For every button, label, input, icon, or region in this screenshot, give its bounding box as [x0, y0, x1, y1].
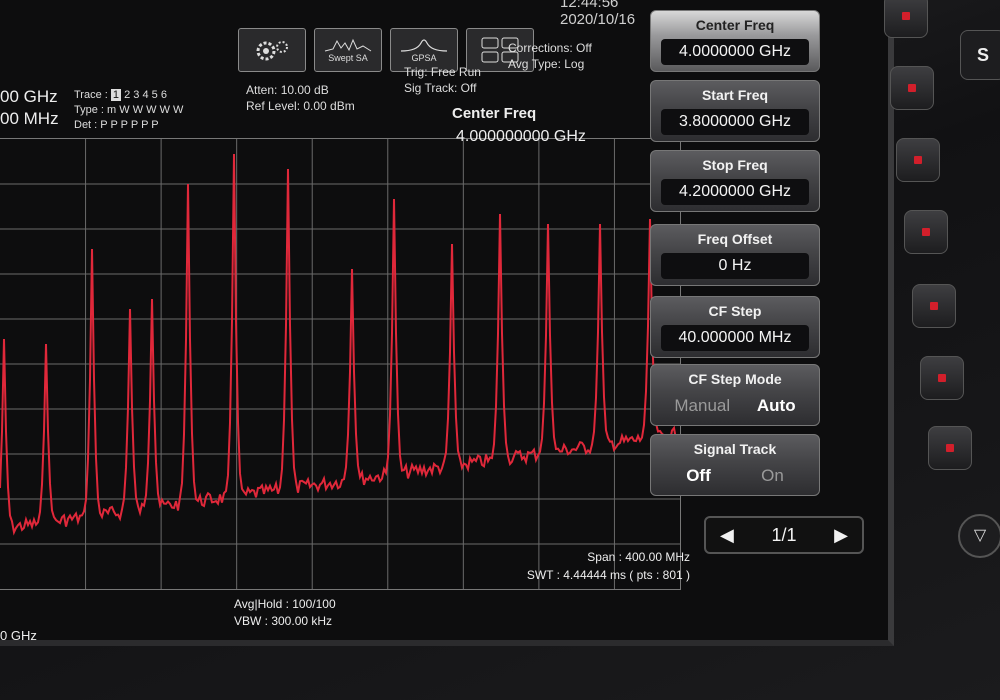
trace-number-3[interactable]: 3 — [133, 89, 139, 101]
softkey-start-freq-label: Start Freq — [701, 87, 769, 103]
det-label: Det : — [74, 119, 98, 131]
hw-softkey-button-1[interactable] — [884, 0, 928, 38]
signal-track-off[interactable]: Off — [686, 466, 711, 486]
freq-readout-line2: 00 MHz — [0, 109, 59, 128]
trace-info: Trace : 1 2 3 4 5 6 Type : m W W W W W D… — [74, 88, 183, 133]
softkey-stop-freq-label: Stop Freq — [702, 157, 768, 173]
pager-next-icon[interactable]: ▶ — [834, 525, 848, 546]
clock-time: 12:44:56 — [560, 0, 619, 11]
softkey-stop-freq[interactable]: Stop Freq 4.2000000 GHz — [650, 150, 820, 212]
center-freq-overlay-value: 4.000000000 GHz — [456, 128, 586, 145]
pager-prev-icon[interactable]: ◀ — [720, 525, 734, 546]
gear-icon — [256, 41, 288, 61]
spectrum-trace-svg — [0, 139, 680, 589]
softkey-cf-step-value: 40.000000 MHz — [661, 325, 809, 351]
spectrum-icon — [324, 38, 372, 52]
softkey-signal-track[interactable]: Signal Track Off On — [650, 434, 820, 496]
softkey-center-freq-label: Center Freq — [695, 17, 775, 33]
led-icon — [946, 444, 954, 452]
softkey-cf-step-label: CF Step — [708, 303, 762, 319]
softkey-freq-offset-label: Freq Offset — [697, 231, 773, 247]
atten-info: Atten: 10.00 dB Ref Level: 0.00 dBm — [246, 82, 355, 114]
swept-sa-label: Swept SA — [328, 53, 368, 63]
led-icon — [922, 228, 930, 236]
hw-softkey-button-7[interactable] — [928, 426, 972, 470]
det-values: P P P P P P — [100, 119, 159, 131]
softkey-freq-offset[interactable]: Freq Offset 0 Hz — [650, 224, 820, 286]
avg-type-value: Avg Type: Log — [508, 57, 585, 71]
analyzer-screen: 12:44:56 2020/10/16 Swept SA GPSA 00 GHz… — [0, 0, 894, 646]
trig-value: Trig: Free Run — [404, 65, 481, 79]
signal-track-on[interactable]: On — [761, 466, 784, 486]
softkey-cf-step-mode-label: CF Step Mode — [688, 371, 782, 387]
freq-readout-line1: 00 GHz — [0, 87, 58, 106]
led-icon — [914, 156, 922, 164]
center-freq-overlay: Center Freq 4.000000000 GHz — [452, 105, 586, 146]
trace-number-5[interactable]: 5 — [152, 89, 158, 101]
trace-number-1[interactable]: 1 — [110, 89, 122, 101]
avg-info: Avg|Hold : 100/100 VBW : 300.00 kHz — [234, 596, 336, 630]
pager-page: 1/1 — [771, 524, 797, 545]
spectrum-trace — [0, 153, 680, 536]
softkey-center-freq-value: 4.0000000 GHz — [661, 39, 809, 65]
softkey-pager: ◀ 1/1 ▶ — [704, 516, 864, 554]
clock-date: 2020/10/16 — [560, 11, 636, 28]
hw-softkey-button-6[interactable] — [920, 356, 964, 400]
softkey-cf-step-mode[interactable]: CF Step Mode Manual Auto — [650, 364, 820, 426]
trace-label: Trace : — [74, 89, 108, 101]
led-icon — [938, 374, 946, 382]
hw-return-button[interactable]: ▽ — [958, 514, 1000, 558]
led-icon — [902, 12, 910, 20]
type-values: m W W W W W — [107, 104, 184, 116]
span-value: Span : 400.00 MHz — [587, 550, 690, 564]
clock: 12:44:56 2020/10/16 — [560, 0, 635, 28]
settings-mode-button[interactable] — [238, 28, 306, 72]
trace-number-4[interactable]: 4 — [142, 89, 148, 101]
freq-readout: 00 GHz 00 MHz — [0, 86, 59, 130]
trace-number-2[interactable]: 2 — [124, 89, 130, 101]
led-icon — [908, 84, 916, 92]
hw-softkey-button-4[interactable] — [904, 210, 948, 254]
ref-level-value: Ref Level: 0.00 dBm — [246, 99, 355, 113]
start-freq-partial: 0 GHz — [0, 628, 37, 643]
type-label: Type : — [74, 104, 104, 116]
analyzer-device: 12:44:56 2020/10/16 Swept SA GPSA 00 GHz… — [0, 0, 1000, 700]
trace-number-6[interactable]: 6 — [161, 89, 167, 101]
peak-icon — [400, 39, 448, 52]
atten-value: Atten: 10.00 dB — [246, 83, 329, 97]
cf-step-mode-auto[interactable]: Auto — [757, 396, 796, 416]
softkey-start-freq-value: 3.8000000 GHz — [661, 109, 809, 135]
corrections-value: Corrections: Off — [508, 41, 592, 55]
softkey-center-freq[interactable]: Center Freq 4.0000000 GHz — [650, 10, 820, 72]
softkey-cf-step[interactable]: CF Step 40.000000 MHz — [650, 296, 820, 358]
softkey-freq-offset-value: 0 Hz — [661, 253, 809, 279]
vbw-value: VBW : 300.00 kHz — [234, 614, 333, 628]
swt-value: SWT : 4.44444 ms ( pts : 801 ) — [526, 568, 690, 582]
led-icon — [930, 302, 938, 310]
spectrum-plot[interactable] — [0, 138, 681, 590]
swept-sa-button[interactable]: Swept SA — [314, 28, 382, 72]
gpsa-label: GPSA — [411, 53, 437, 63]
center-freq-overlay-label: Center Freq — [452, 105, 537, 122]
hw-softkey-button-2[interactable] — [890, 66, 934, 110]
corrections-info: Corrections: Off Avg Type: Log — [508, 40, 592, 72]
hw-softkey-button-5[interactable] — [912, 284, 956, 328]
avg-hold-value: Avg|Hold : 100/100 — [234, 597, 336, 611]
softkey-start-freq[interactable]: Start Freq 3.8000000 GHz — [650, 80, 820, 142]
trig-info: Trig: Free Run Sig Track: Off — [404, 64, 481, 96]
sig-track-value: Sig Track: Off — [404, 81, 477, 95]
softkey-stop-freq-value: 4.2000000 GHz — [661, 179, 809, 205]
softkey-signal-track-label: Signal Track — [693, 441, 777, 457]
cf-step-mode-manual[interactable]: Manual — [674, 396, 730, 416]
hw-side-key[interactable]: S — [960, 30, 1000, 80]
hw-softkey-button-3[interactable] — [896, 138, 940, 182]
span-info: Span : 400.00 MHz SWT : 4.44444 ms ( pts… — [520, 548, 690, 584]
